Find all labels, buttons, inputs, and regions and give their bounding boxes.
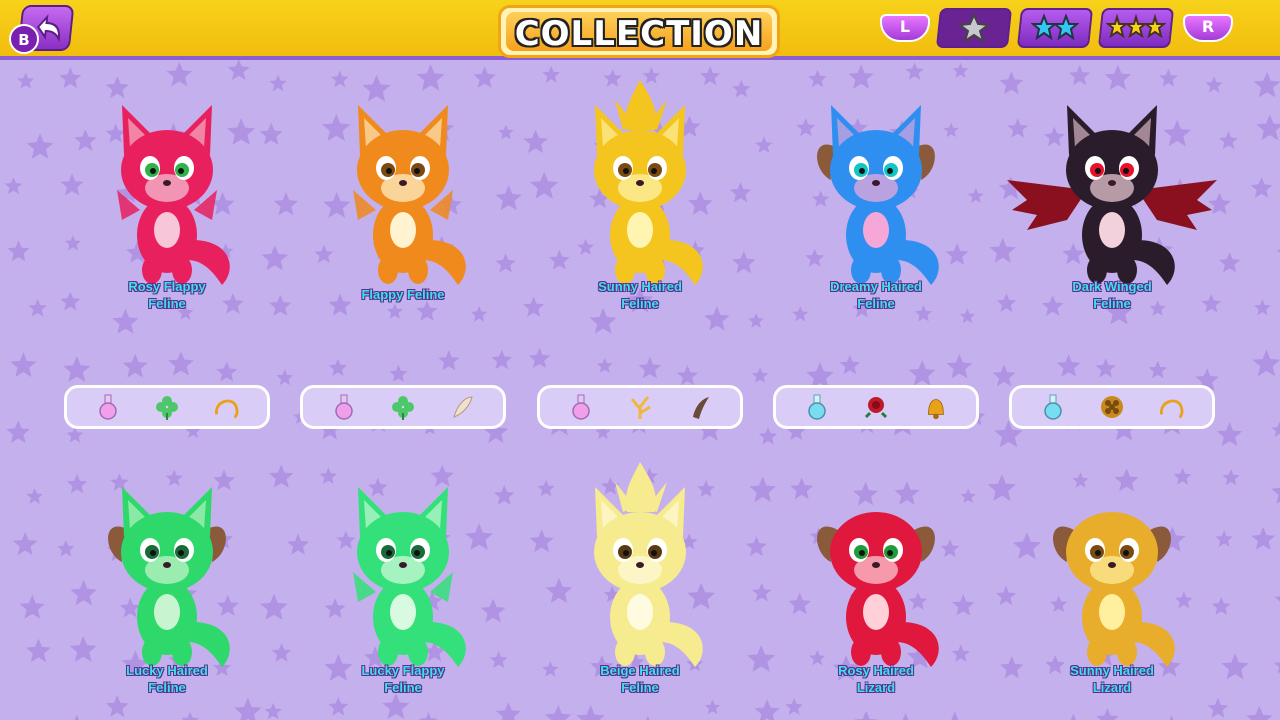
creature-figure[interactable]: [535, 452, 745, 682]
creature-figure[interactable]: [298, 452, 508, 682]
b-key-badge: B: [9, 24, 39, 54]
creature-figure[interactable]: [298, 70, 508, 300]
top-bar: B COLLECTION L R: [0, 0, 1280, 60]
creature-name: Sunny Haired Lizard: [1070, 663, 1154, 695]
star-icon: [957, 13, 991, 43]
item-tray: [64, 385, 270, 429]
claw-icon: [685, 393, 713, 421]
gold-ring-icon: [212, 393, 240, 421]
creature-name: Dark Winged Feline: [1072, 279, 1152, 311]
gold-ring-icon: [1157, 393, 1185, 421]
clover-icon: [389, 393, 417, 421]
honeycomb-icon: [1098, 393, 1126, 421]
creature-name: Flappy Feline: [361, 287, 445, 302]
bell-icon: [921, 393, 949, 421]
item-tray: [537, 385, 743, 429]
three-stars-icon: [1106, 13, 1166, 39]
pink-potion-icon: [567, 393, 595, 421]
item-tray: [300, 385, 506, 429]
creature-name: Beige Haired Feline: [600, 663, 680, 695]
clover-icon: [153, 393, 181, 421]
feather-quill-icon: [448, 393, 476, 421]
creature-figure[interactable]: [62, 70, 272, 300]
creature-name: Rosy Haired Lizard: [838, 663, 914, 695]
creature-figure[interactable]: [535, 70, 745, 300]
tab-two-star[interactable]: [1016, 8, 1094, 48]
tab-one-star[interactable]: [935, 8, 1013, 48]
creature-figure[interactable]: [1007, 452, 1217, 682]
two-stars-icon: [1031, 13, 1079, 41]
item-tray: [1009, 385, 1215, 429]
pink-potion-icon: [330, 393, 358, 421]
creature-name: Dreamy Haired Feline: [830, 279, 922, 311]
item-tray: [773, 385, 979, 429]
blue-potion-icon: [1039, 393, 1067, 421]
creature-name: Lucky Flappy Feline: [361, 663, 445, 695]
pink-potion-icon: [94, 393, 122, 421]
creature-figure[interactable]: [1007, 70, 1217, 300]
creature-figure[interactable]: [771, 70, 981, 300]
rose-icon: [862, 393, 890, 421]
creature-figure[interactable]: [771, 452, 981, 682]
title-plate: COLLECTION: [498, 5, 780, 58]
tab-three-star[interactable]: [1097, 8, 1175, 48]
creature-name: Lucky Haired Feline: [126, 663, 208, 695]
golden-branch-icon: [626, 393, 654, 421]
page-title: COLLECTION: [514, 14, 764, 54]
left-shoulder-button[interactable]: L: [880, 14, 930, 42]
creature-figure[interactable]: [62, 452, 272, 682]
blue-potion-icon: [803, 393, 831, 421]
creature-name: Sunny Haired Feline: [598, 279, 682, 311]
right-shoulder-button[interactable]: R: [1183, 14, 1233, 42]
creature-name: Rosy Flappy Feline: [128, 279, 206, 311]
